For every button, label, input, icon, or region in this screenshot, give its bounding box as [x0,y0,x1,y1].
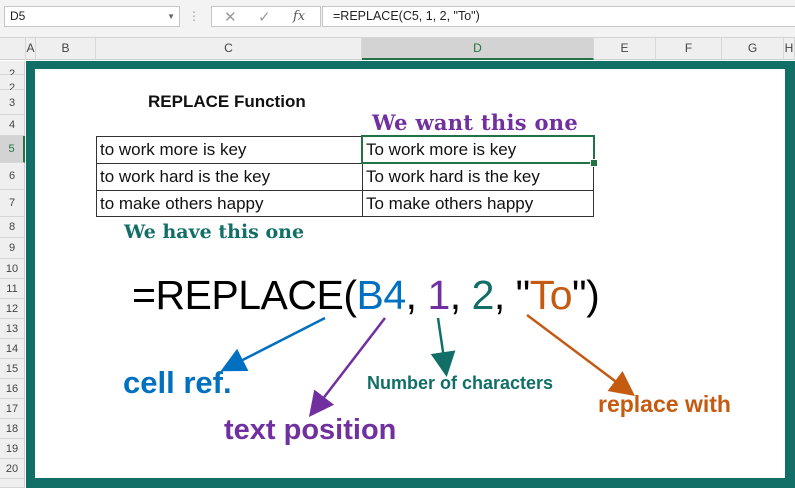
replace-with-label: replace with [598,391,731,417]
arrow-text-position [308,317,386,417]
arrow-cell-ref [220,316,326,372]
arrow-num-chars [430,317,456,377]
cell-ref-label: cell ref. [123,365,232,400]
text-position-label: text position [224,414,397,446]
number-of-characters-label: Number of characters [367,373,554,393]
